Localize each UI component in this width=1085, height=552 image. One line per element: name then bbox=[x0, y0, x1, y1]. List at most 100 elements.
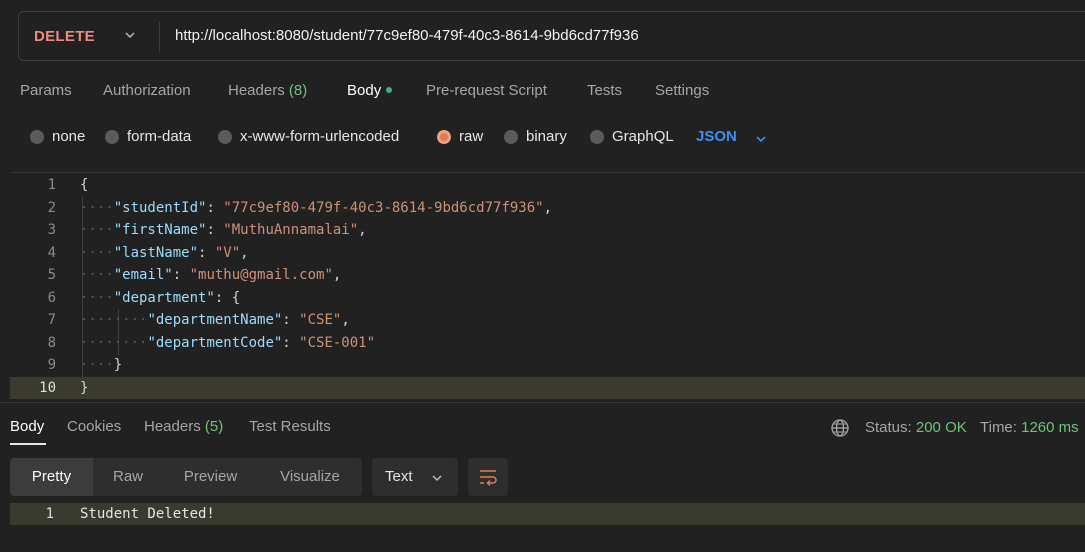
json-value: "muthu@gmail.com" bbox=[189, 267, 333, 283]
json-key: "firstName" bbox=[113, 222, 207, 238]
url-input[interactable]: http://localhost:8080/student/77c9ef80-4… bbox=[175, 12, 639, 60]
view-raw-button[interactable]: Raw bbox=[93, 458, 163, 496]
json-value: "CSE" bbox=[299, 312, 342, 328]
view-preview-button[interactable]: Preview bbox=[163, 458, 258, 496]
radio-form-data-label: form-data bbox=[127, 128, 192, 145]
line-number: 7 bbox=[47, 312, 56, 328]
headers-count: (8) bbox=[288, 82, 308, 99]
json-value: "77c9ef80-479f-40c3-8614-9bd6cd77f936" bbox=[223, 199, 544, 216]
wrap-lines-button[interactable] bbox=[468, 458, 508, 496]
line-number: 9 bbox=[47, 357, 56, 373]
line-number: 10 bbox=[39, 379, 56, 396]
code-line: 4 ····"lastName": "V", bbox=[10, 242, 1085, 265]
json-key: "department" bbox=[113, 289, 215, 306]
response-tab-body[interactable]: Body bbox=[10, 418, 44, 435]
status-value: 200 OK bbox=[915, 419, 967, 436]
radio-circle bbox=[30, 129, 44, 144]
radio-raw[interactable]: raw bbox=[437, 128, 483, 145]
view-visualize-button[interactable]: Visualize bbox=[258, 458, 362, 496]
line-number: 1 bbox=[47, 177, 56, 193]
code-text: ····"firstName": "MuthuAnnamalai", bbox=[80, 222, 367, 238]
json-value: "V" bbox=[214, 244, 241, 261]
code-line: 9 ····} bbox=[10, 354, 1085, 377]
tab-prerequest-script[interactable]: Pre-request Script bbox=[426, 82, 547, 99]
tab-headers[interactable]: Headers (8) bbox=[228, 82, 307, 99]
globe-icon[interactable] bbox=[830, 418, 850, 438]
code-text: ····} bbox=[80, 357, 123, 373]
json-value: "CSE-001" bbox=[299, 334, 376, 351]
method-label: DELETE bbox=[34, 27, 95, 45]
radio-circle bbox=[504, 129, 518, 144]
code-text: ········"departmentName": "CSE", bbox=[80, 312, 350, 328]
radio-circle bbox=[105, 129, 119, 144]
code-line-current: 10 } bbox=[10, 376, 1085, 399]
method-select[interactable]: DELETE bbox=[19, 12, 159, 60]
response-tab-headers-label: Headers bbox=[144, 418, 201, 435]
chevron-down-icon bbox=[756, 136, 766, 143]
tab-headers-label: Headers bbox=[228, 82, 285, 99]
line-number: 4 bbox=[47, 244, 56, 261]
time-value: 1260 ms bbox=[1021, 419, 1079, 436]
code-text: ····"lastName": "V", bbox=[80, 244, 249, 261]
response-type-label: Text bbox=[385, 468, 413, 485]
json-key: "email" bbox=[113, 267, 173, 283]
active-tab-underline bbox=[10, 443, 46, 445]
status-label: Status: bbox=[865, 419, 912, 436]
chevron-down-icon bbox=[125, 32, 135, 39]
response-headers-count: (5) bbox=[204, 418, 224, 435]
radio-none[interactable]: none bbox=[30, 128, 85, 145]
tab-authorization[interactable]: Authorization bbox=[103, 82, 191, 99]
time-label: Time: bbox=[980, 419, 1017, 436]
url-divider bbox=[159, 22, 160, 52]
radio-raw-label: raw bbox=[459, 128, 484, 145]
format-select[interactable]: JSON bbox=[696, 128, 766, 145]
tab-params[interactable]: Params bbox=[20, 82, 72, 99]
format-select-label: JSON bbox=[696, 128, 737, 145]
tab-settings[interactable]: Settings bbox=[655, 82, 709, 99]
line-number: 5 bbox=[47, 267, 56, 283]
code-line: 3 ····"firstName": "MuthuAnnamalai", bbox=[10, 219, 1085, 242]
code-text: { bbox=[80, 177, 89, 193]
response-tab-cookies[interactable]: Cookies bbox=[67, 418, 121, 435]
panel-divider[interactable] bbox=[0, 402, 1085, 403]
line-number: 1 bbox=[45, 506, 54, 522]
url-bar: DELETE http://localhost:8080/student/77c… bbox=[18, 11, 1085, 61]
radio-graphql[interactable]: GraphQL bbox=[590, 128, 674, 145]
line-number: 8 bbox=[47, 334, 56, 351]
radio-binary[interactable]: binary bbox=[504, 128, 567, 145]
code-line: 5 ····"email": "muthu@gmail.com", bbox=[10, 264, 1085, 287]
code-text: ········"departmentCode": "CSE-001" bbox=[80, 334, 376, 351]
radio-circle bbox=[590, 129, 604, 144]
code-text: ····"department": { bbox=[80, 289, 241, 306]
response-tab-test-results[interactable]: Test Results bbox=[249, 418, 331, 435]
code-line: 8 ········"departmentCode": "CSE-001" bbox=[10, 332, 1085, 355]
json-key: "lastName" bbox=[113, 244, 199, 261]
tab-body-label: Body bbox=[347, 82, 382, 99]
response-body-line[interactable]: 1 Student Deleted! bbox=[10, 503, 1085, 525]
radio-none-label: none bbox=[52, 128, 86, 145]
response-type-select[interactable]: Text bbox=[372, 458, 458, 496]
code-line: 6 ····"department": { bbox=[10, 287, 1085, 310]
line-number: 2 bbox=[47, 199, 56, 216]
radio-circle-selected bbox=[437, 129, 451, 144]
response-tab-headers[interactable]: Headers (5) bbox=[144, 418, 223, 435]
tab-body[interactable]: Body bbox=[347, 82, 393, 99]
request-body-editor[interactable]: 1 { 2 ····"studentId": "77c9ef80-479f-40… bbox=[10, 172, 1085, 399]
code-text: } bbox=[80, 379, 89, 396]
json-key: "studentId" bbox=[113, 199, 207, 216]
code-text: ····"email": "muthu@gmail.com", bbox=[80, 267, 342, 283]
view-pretty-button[interactable]: Pretty bbox=[10, 458, 93, 496]
radio-binary-label: binary bbox=[526, 128, 567, 145]
tab-tests[interactable]: Tests bbox=[587, 82, 622, 99]
code-line: 1 { bbox=[10, 174, 1085, 197]
radio-urlencoded-label: x-www-form-urlencoded bbox=[240, 128, 400, 145]
chevron-down-icon bbox=[432, 475, 442, 482]
radio-urlencoded[interactable]: x-www-form-urlencoded bbox=[218, 128, 399, 145]
body-modified-dot bbox=[386, 87, 393, 94]
code-line: 7 ········"departmentName": "CSE", bbox=[10, 309, 1085, 332]
radio-form-data[interactable]: form-data bbox=[105, 128, 191, 145]
json-key: "departmentName" bbox=[147, 312, 283, 328]
code-text: ····"studentId": "77c9ef80-479f-40c3-861… bbox=[80, 199, 553, 216]
radio-graphql-label: GraphQL bbox=[612, 128, 674, 145]
json-key: "departmentCode" bbox=[147, 334, 283, 351]
